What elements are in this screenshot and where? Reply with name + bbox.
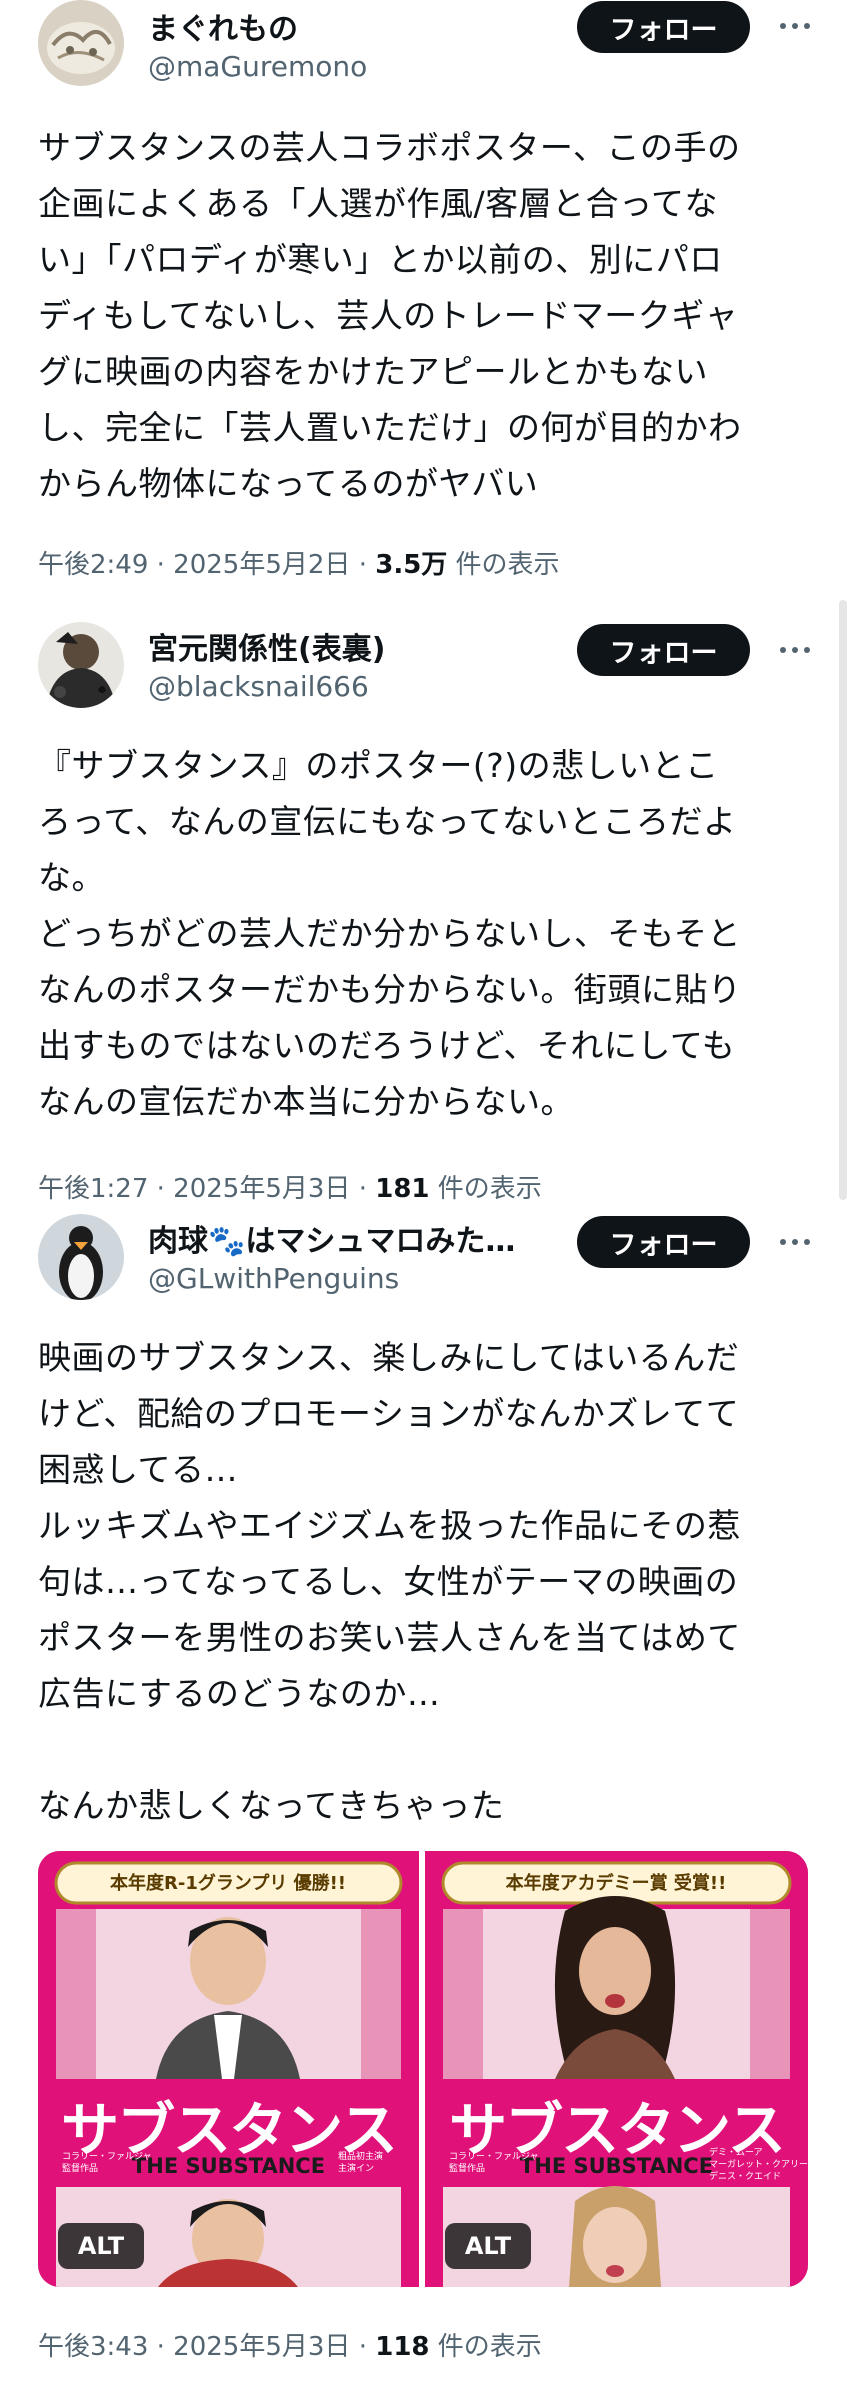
user-handle[interactable]: @maGuremono (148, 50, 367, 83)
poster-credit-right: 粗品初主演 主演イン (338, 2152, 384, 2174)
post-text: 映画のサブスタンス、楽しみにしてはいるんだ けど、配給のプロモーションがなんかズ… (38, 1338, 741, 1825)
more-icon[interactable] (775, 630, 815, 670)
avatar[interactable] (38, 622, 124, 708)
follow-button[interactable]: フォロー (577, 624, 750, 676)
poster-banner: 本年度アカデミー賞 受賞!! (505, 1873, 727, 1894)
post-2: 宮元関係性(表裏) @blacksnail666 フォロー 『サブスタンス』のポ… (0, 620, 847, 1204)
alt-badge[interactable]: ALT (445, 2223, 531, 2269)
display-name[interactable]: 宮元関係性(表裏) (148, 624, 385, 668)
poster-credit-left: コラリー・ファルジャ 監督作品 (62, 2152, 152, 2174)
view-count: 3.5万 (375, 550, 448, 580)
avatar[interactable] (38, 1214, 124, 1300)
post-1: まぐれもの @maGuremono フォロー サブスタンスの芸人コラボポスター、… (0, 0, 847, 580)
poster-image-1[interactable]: 本年度R-1グランプリ 優勝!! サブスタンス THE SUBSTANCE コラ… (38, 1851, 419, 2287)
post-meta: 午後3:43 · 2025年5月3日 · 118 件の表示 (38, 2326, 542, 2363)
poster-2-artwork (425, 1851, 808, 2287)
scrollbar[interactable] (839, 600, 847, 1200)
view-label: 件の表示 (447, 550, 560, 580)
display-name[interactable]: 肉球🐾はマシュマロみた… (148, 1216, 515, 1260)
display-name[interactable]: まぐれもの (148, 4, 298, 48)
view-label: 件の表示 (429, 2332, 542, 2362)
poster-image-2[interactable]: 本年度アカデミー賞 受賞!! サブスタンス THE SUBSTANCE コラリー… (425, 1851, 808, 2287)
post-text: 『サブスタンス』のポスター(?)の悲しいとこ ろって、なんの宣伝にもなってないと… (38, 746, 742, 1121)
more-icon[interactable] (775, 1222, 815, 1262)
post-meta: 午後1:27 · 2025年5月3日 · 181 件の表示 (38, 1168, 542, 1205)
post-time[interactable]: 午後2:49 · 2025年5月2日 · (38, 550, 375, 580)
more-icon[interactable] (775, 6, 815, 46)
poster-banner: 本年度R-1グランプリ 優勝!! (110, 1873, 346, 1894)
post-time[interactable]: 午後1:27 · 2025年5月3日 · (38, 1174, 375, 1204)
user-handle[interactable]: @blacksnail666 (148, 670, 369, 703)
media-grid: 本年度R-1グランプリ 優勝!! サブスタンス THE SUBSTANCE コラ… (38, 1851, 808, 2287)
view-count: 181 (375, 1174, 430, 1204)
poster-1-artwork (38, 1851, 419, 2287)
post-text: サブスタンスの芸人コラボポスター、この手の 企画によくある「人選が作風/客層と合… (38, 128, 742, 503)
post-time[interactable]: 午後3:43 · 2025年5月3日 · (38, 2332, 375, 2362)
user-handle[interactable]: @GLwithPenguins (148, 1262, 399, 1295)
poster-credit-right: デミ・ムーア マーガレット・クアリー デニス・クエイド (709, 2148, 808, 2182)
follow-button[interactable]: フォロー (577, 1, 750, 53)
avatar[interactable] (38, 0, 124, 86)
poster-credit-left: コラリー・ファルジャ 監督作品 (449, 2152, 539, 2174)
post-meta: 午後2:49 · 2025年5月2日 · 3.5万 件の表示 (38, 544, 560, 581)
follow-button[interactable]: フォロー (577, 1216, 750, 1268)
view-count: 118 (375, 2332, 430, 2362)
alt-badge[interactable]: ALT (58, 2223, 144, 2269)
view-label: 件の表示 (429, 1174, 542, 1204)
